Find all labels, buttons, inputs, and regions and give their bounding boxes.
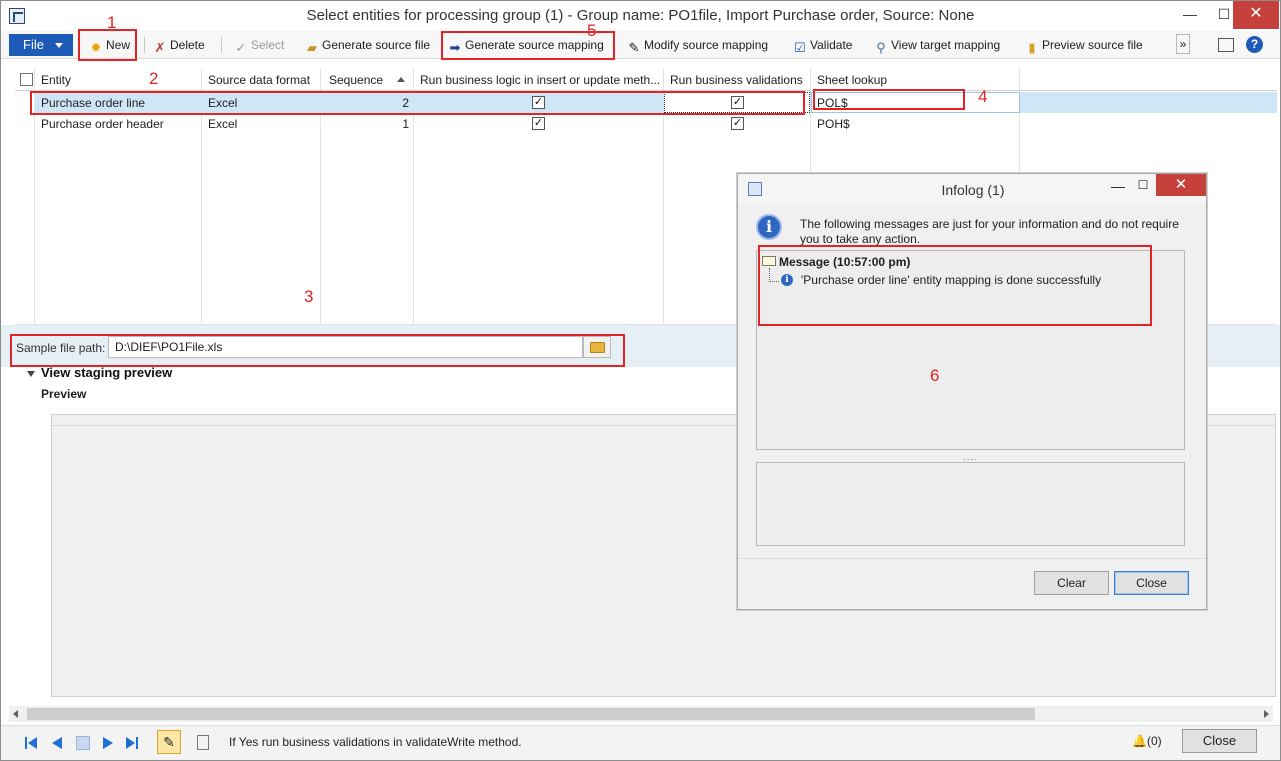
infolog-close-x-button[interactable]: ✕ [1156,174,1206,196]
modify-source-mapping-label: Modify source mapping [644,38,769,52]
annotation-box-lookup [813,89,965,110]
database-icon: ▮ [1028,40,1036,55]
annotation-box-message [758,245,1152,326]
last-record-icon[interactable] [126,736,140,750]
staging-preview-title[interactable]: View staging preview [41,365,172,380]
annotation-number: 6 [930,366,940,385]
select-label: Select [251,38,285,52]
bell-icon: 🔔 [1132,734,1147,748]
col-run-business-validations[interactable]: Run business validations [670,73,803,87]
scroll-right-icon[interactable] [1264,710,1269,718]
edit-pencil-icon[interactable]: ✎ [157,730,181,754]
action-toolbar: File ✹ New ✗ Delete ✓ Select ▰ Generate sour… [1,31,1280,59]
preview-label: Preview [41,387,87,401]
annotation-box-row [30,91,805,115]
delete-x-icon: ✗ [154,40,166,55]
close-window-button[interactable]: ✕ [1233,1,1279,29]
annotation-box-filepath [10,334,625,367]
clear-button[interactable]: Clear [1034,571,1109,595]
annotation-number: 4 [978,87,988,106]
checkbox-icon: ☑ [794,40,806,55]
infolog-message: The following messages are just for your… [800,217,1179,246]
preview-source-file-label: Preview source file [1042,38,1143,52]
col-source-data-format[interactable]: Source data format [208,73,310,87]
select-button[interactable]: ✓ Select [234,35,285,55]
view-target-mapping-label: View target mapping [891,38,1001,52]
notification-count: (0) [1146,734,1162,748]
sort-ascending-icon [397,77,405,82]
cell-lookup: POH$ [817,117,850,131]
logic-checkbox[interactable]: ✓ [532,117,545,130]
minimize-button[interactable]: — [1173,1,1207,29]
status-bar: ✎ If Yes run business validations in val… [1,725,1280,760]
select-all-checkbox[interactable] [20,73,33,86]
col-run-business-logic[interactable]: Run business logic in insert or update m… [420,73,660,87]
scrollbar-thumb[interactable] [27,708,1035,720]
col-sequence[interactable]: Sequence [329,73,383,87]
infolog-close-button[interactable]: Close [1114,571,1189,595]
col-entity[interactable]: Entity [41,73,71,87]
info-icon: i [756,214,782,240]
previous-record-icon[interactable] [50,736,64,750]
first-record-icon[interactable] [25,736,39,750]
annotation-number: 5 [587,21,597,40]
annotation-number: 1 [107,13,117,32]
toolbar-overflow-button[interactable]: » [1176,34,1190,54]
infolog-dialog: Infolog (1) — ☐ ✕ i The following messag… [737,173,1207,610]
attachment-icon[interactable] [197,735,209,750]
window-title: Select entities for processing group (1)… [306,7,975,24]
next-record-icon[interactable] [101,736,115,750]
pencil-icon: ✎ [628,40,640,55]
table-row[interactable]: Purchase order header Excel 1 ✓ ✓ POH$ [35,113,1277,134]
delete-button[interactable]: ✗ Delete [153,35,205,55]
infolog-title-bar: Infolog (1) — ☐ ✕ [738,174,1206,204]
status-help-text: If Yes run business validations in valid… [229,735,522,749]
horizontal-scrollbar[interactable] [9,706,1273,722]
grid-header: Entity Source data format Sequence Run b… [15,68,1277,91]
cell-sequence: 1 [402,117,409,131]
check-icon: ✓ [235,40,247,55]
infolog-minimize-button[interactable]: — [1108,178,1128,194]
preview-source-file-button[interactable]: ▮ Preview source file [1025,35,1143,55]
col-sheet-lookup[interactable]: Sheet lookup [817,73,887,87]
layout-icon[interactable] [1218,38,1234,52]
generate-source-file-button[interactable]: ▰ Generate source file [305,35,430,55]
validate-label: Validate [810,38,853,52]
annotation-box-new [78,29,137,61]
toolbar-separator [144,37,145,53]
message-detail-box [756,462,1185,546]
cell-format: Excel [208,117,238,131]
generate-source-file-label: Generate source file [322,38,431,52]
record-list-icon[interactable] [76,736,90,750]
validate-button[interactable]: ☑ Validate [793,35,852,55]
infolog-maximize-button[interactable]: ☐ [1133,178,1153,192]
magnifier-icon: ⚲ [876,40,886,55]
delete-label: Delete [170,38,205,52]
file-menu-button[interactable]: File [9,34,73,56]
scroll-left-icon[interactable] [13,710,18,718]
view-target-mapping-button[interactable]: ⚲ View target mapping [874,35,1000,55]
notifications[interactable]: 🔔(0) [1132,734,1162,748]
main-window: Select entities for processing group (1)… [0,0,1281,761]
folder-icon: ▰ [307,40,317,55]
title-bar: Select entities for processing group (1)… [1,1,1280,31]
cell-entity: Purchase order header [41,117,164,131]
validations-checkbox[interactable]: ✓ [731,117,744,130]
modify-source-mapping-button[interactable]: ✎ Modify source mapping [627,35,769,55]
toolbar-separator [221,37,222,53]
collapse-triangle-icon[interactable] [27,371,35,377]
help-icon[interactable]: ? [1246,36,1263,53]
annotation-number: 2 [149,69,159,88]
close-form-button[interactable]: Close [1182,729,1257,753]
annotation-number: 3 [304,287,314,306]
